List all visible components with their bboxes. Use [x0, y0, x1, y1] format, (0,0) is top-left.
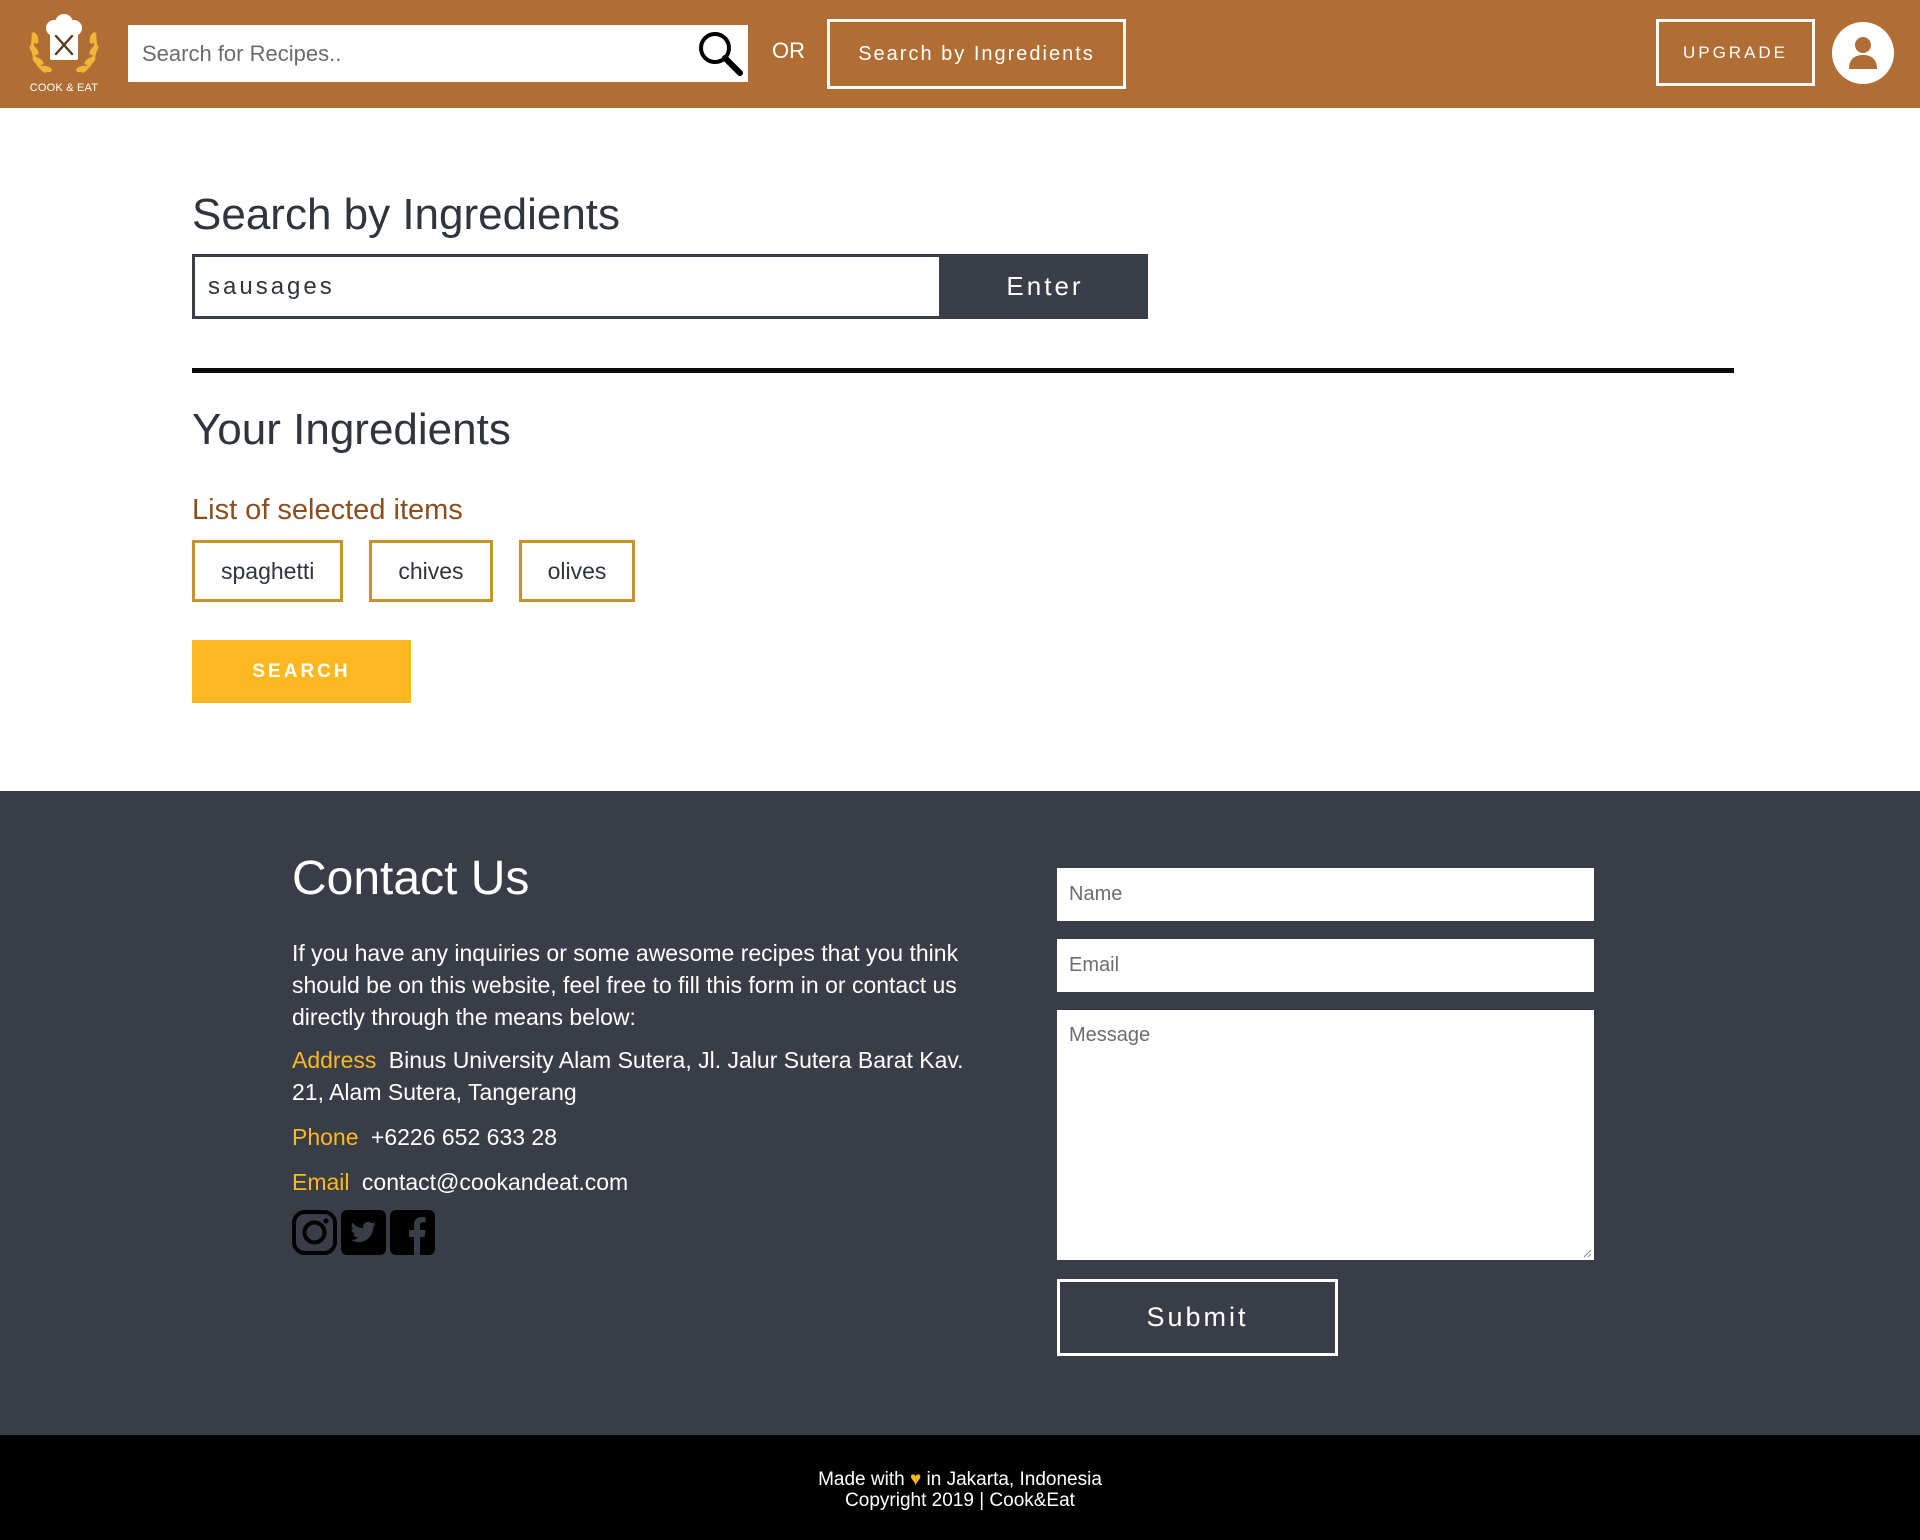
search-by-ingredients-button[interactable]: Search by Ingredients	[827, 19, 1126, 89]
ingredient-chip[interactable]: spaghetti	[192, 540, 344, 602]
email-value[interactable]: contact@cookandeat.com	[362, 1169, 628, 1195]
message-field[interactable]	[1057, 1010, 1594, 1260]
ingredient-input[interactable]	[192, 254, 942, 319]
phone-label: Phone	[292, 1124, 359, 1150]
enter-button[interactable]: Enter	[942, 254, 1148, 319]
contact-phone: Phone +6226 652 633 28	[292, 1121, 972, 1153]
ingredient-chip[interactable]: olives	[518, 540, 636, 602]
logo-emblem-icon	[29, 14, 99, 74]
user-icon	[1849, 37, 1877, 69]
phone-value: +6226 652 633 28	[370, 1124, 558, 1150]
resize-handle-icon[interactable]	[1582, 1248, 1592, 1258]
facebook-icon[interactable]	[390, 1210, 435, 1255]
heart-icon: ♥	[909, 1469, 922, 1490]
or-separator: OR	[772, 38, 805, 63]
recipe-search-box	[128, 25, 748, 82]
recipe-search-input[interactable]	[128, 25, 688, 82]
search-icon[interactable]	[696, 29, 744, 77]
submit-button[interactable]: Submit	[1057, 1279, 1338, 1356]
logo-text: COOK & EAT	[29, 82, 99, 94]
name-field[interactable]	[1057, 868, 1594, 921]
contact-description: If you have any inquiries or some awesom…	[292, 940, 959, 1030]
upgrade-button[interactable]: UPGRADE	[1656, 19, 1815, 86]
contact-address: Address Binus University Alam Sutera, Jl…	[292, 1044, 972, 1108]
social-links	[292, 1210, 435, 1255]
user-avatar-button[interactable]	[1832, 22, 1894, 84]
email-field[interactable]	[1057, 939, 1594, 992]
contact-section: Contact Us If you have any inquiries or …	[0, 791, 1920, 1435]
search-by-ingredients-title: Search by Ingredients	[192, 190, 621, 239]
search-button[interactable]: SEARCH	[192, 640, 411, 703]
address-label: Address	[292, 1047, 377, 1073]
made-with-line: Made with ♥ in Jakarta, Indonesia	[0, 1469, 1920, 1491]
your-ingredients-title: Your Ingredients	[192, 405, 511, 454]
email-label: Email	[292, 1169, 350, 1195]
copyright-text: Copyright 2019 | Cook&Eat	[845, 1490, 1075, 1511]
top-navbar: COOK & EAT OR Search by Ingredients UPGR…	[0, 0, 1920, 108]
twitter-icon[interactable]	[341, 1210, 386, 1255]
instagram-icon[interactable]	[292, 1210, 337, 1255]
footer: Made with ♥ in Jakarta, Indonesia Copyri…	[0, 1435, 1920, 1540]
address-value: Binus University Alam Sutera, Jl. Jalur …	[292, 1047, 964, 1105]
ingredient-chip[interactable]: chives	[369, 540, 493, 602]
section-divider	[192, 368, 1734, 373]
contact-title: Contact Us	[292, 852, 530, 905]
made-with-suffix: in Jakarta, Indonesia	[926, 1469, 1102, 1490]
made-with-prefix: Made with	[818, 1469, 905, 1490]
selected-items-label: List of selected items	[192, 494, 463, 526]
selected-ingredients-list: spaghetti chives olives	[192, 540, 636, 602]
contact-email: Email contact@cookandeat.com	[292, 1166, 972, 1198]
cook-and-eat-logo[interactable]: COOK & EAT	[26, 8, 102, 96]
